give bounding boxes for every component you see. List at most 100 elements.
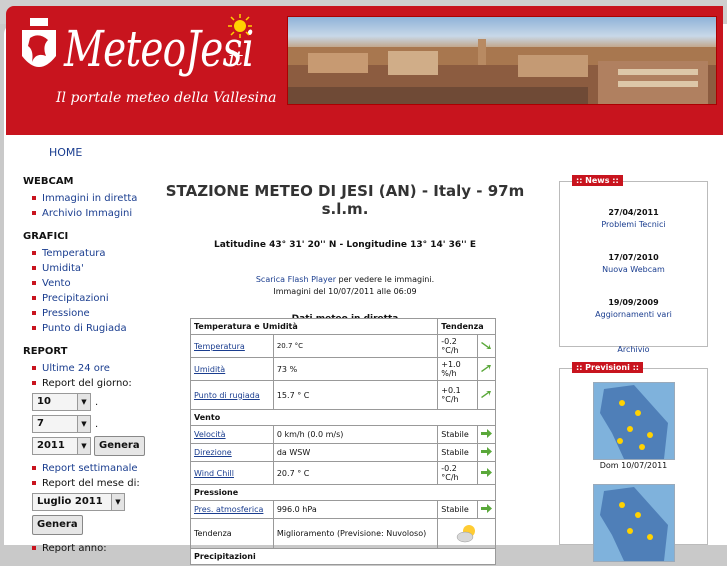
site-header: MeteoJesi .it Il portale meteo della Val… (6, 6, 723, 135)
humidity-trend: +1.0 %/h (437, 357, 478, 381)
forecast-map-image[interactable] (593, 484, 675, 562)
wind-header: Vento (190, 409, 496, 426)
precipitation-header: Precipitazioni (190, 548, 496, 565)
month-select-value: 7 (37, 418, 44, 429)
day-select-row: 10 ▼ . (32, 391, 163, 413)
forecast-box: :: Previsioni :: Dom 10/07/2011 (559, 362, 708, 562)
sidebar-item-image-archive[interactable]: Archivio Immagini (23, 206, 163, 221)
news-archive-link[interactable]: Archivio (560, 345, 707, 354)
wind-speed-link[interactable]: Velocità (194, 430, 226, 439)
report-menu-3: Report anno: (23, 541, 163, 556)
crest-logo-icon (22, 18, 56, 67)
forecast-trend-label: Tendenza (190, 518, 274, 549)
panorama-graphic (288, 39, 716, 104)
wind-chill-link[interactable]: Wind Chill (194, 469, 234, 478)
table-row: Tendenza Miglioramento (Previsione: Nuvo… (190, 518, 496, 549)
cloudy-sun-icon (456, 524, 475, 542)
table-row: Temperatura 20.7 °C -0.2 °C/h (190, 334, 497, 358)
sidebar-item-last-24h[interactable]: Ultime 24 ore (23, 361, 163, 376)
news-date: 19/09/2009 (608, 298, 659, 307)
news-item: 27/04/2011 Problemi Tecnici (560, 208, 707, 229)
news-item: 17/07/2010 Nuova Webcam (560, 253, 707, 274)
wind-direction-link[interactable]: Direzione (194, 448, 232, 457)
news-link[interactable]: Aggiornamenti vari (560, 310, 707, 319)
forecast-map-image[interactable] (593, 382, 675, 460)
temp-humidity-header: Temperatura e Umidità (189, 318, 439, 335)
forecast-trend-value: Miglioramento (Previsione: Nuvoloso) (272, 518, 439, 549)
news-link[interactable]: Nuova Webcam (560, 265, 707, 274)
chevron-down-icon: ▼ (111, 494, 124, 510)
table-row: Pres. atmosferica 996.0 hPa Stabile (190, 500, 497, 519)
wind-chill-value: 20.7 ° C (272, 461, 439, 485)
table-header-row: Temperatura e Umidità Tendenza (189, 318, 496, 335)
trend-header: Tendenza (437, 318, 496, 335)
news-box-title: :: News :: (572, 175, 623, 186)
grafici-section-title: GRAFICI (23, 231, 69, 242)
forecast-day1-label: Dom 10/07/2011 (599, 461, 668, 470)
table-row: Umidità 73 % +1.0 %/h (190, 357, 497, 381)
month-report-select-value: Luglio 2011 (37, 496, 103, 507)
month-report-select[interactable]: Luglio 2011 ▼ (32, 493, 125, 511)
sidebar-item-humidity[interactable]: Umidita' (23, 261, 163, 276)
dew-point-value: 15.7 ° C (272, 380, 439, 410)
download-flash-link[interactable]: Scarica Flash Player (256, 275, 336, 284)
arrow-down-right-icon (480, 341, 491, 349)
news-date: 27/04/2011 (608, 208, 659, 217)
nav-home-link[interactable]: HOME (49, 146, 82, 159)
year-select-value: 2011 (37, 440, 65, 451)
month-select[interactable]: 7 ▼ (32, 415, 91, 433)
sun-icon (228, 14, 252, 38)
pressure-link[interactable]: Pres. atmosferica (194, 505, 263, 514)
report-month-label: Report del mese di: (23, 476, 163, 491)
humidity-value: 73 % (272, 357, 439, 381)
sidebar-item-weekly-report[interactable]: Report settimanale (23, 461, 163, 476)
temperature-trend: -0.2 °C/h (437, 334, 478, 358)
report-section-title: REPORT (23, 346, 68, 357)
month-report-row: Luglio 2011 ▼ (32, 491, 163, 513)
chevron-down-icon: ▼ (77, 438, 90, 454)
day-select-value: 10 (37, 396, 51, 407)
sidebar-item-precipitation[interactable]: Precipitazioni (23, 291, 163, 306)
sidebar-item-live-images[interactable]: Immagini in diretta (23, 191, 163, 206)
pressure-header: Pressione (190, 484, 496, 501)
dew-point-link[interactable]: Punto di rugiada (194, 391, 260, 400)
arrow-right-icon (480, 504, 492, 513)
news-link[interactable]: Problemi Tecnici (560, 220, 707, 229)
dew-point-trend: +0.1 °C/h (437, 380, 478, 410)
forecast-box-title: :: Previsioni :: (572, 362, 643, 373)
webcam-section-title: WEBCAM (23, 176, 74, 187)
arrow-right-icon (480, 467, 492, 477)
report-year-label: Report anno: (23, 541, 163, 556)
day-select[interactable]: 10 ▼ (32, 393, 91, 411)
temperature-link[interactable]: Temperatura (194, 342, 245, 351)
table-row: Wind Chill 20.7 ° C -0.2 °C/h (190, 461, 497, 485)
year-select[interactable]: 2011 ▼ (32, 437, 91, 455)
wind-direction-value: da WSW (272, 443, 439, 462)
report-menu: Ultime 24 ore Report del giorno: (23, 361, 163, 391)
sidebar-item-pressure[interactable]: Pressione (23, 306, 163, 321)
precipitation-header-row: Precipitazioni (190, 548, 496, 565)
sidebar-item-wind[interactable]: Vento (23, 276, 163, 291)
sidebar-item-temperature[interactable]: Temperatura (23, 246, 163, 261)
generate-day-report-button[interactable]: Genera (94, 436, 145, 456)
humidity-link[interactable]: Umidità (194, 365, 225, 374)
sidebar-item-dew-point[interactable]: Punto di Rugiada (23, 321, 163, 336)
city-panorama-image (287, 16, 717, 105)
news-item: 19/09/2009 Aggiornamenti vari (560, 298, 707, 319)
separator-dot: . (95, 418, 99, 430)
report-day-label: Report del giorno: (23, 376, 163, 391)
table-row: Punto di rugiada 15.7 ° C +0.1 °C/h (190, 380, 497, 410)
webcam-menu: Immagini in diretta Archivio Immagini (23, 191, 163, 221)
wind-speed-value: 0 km/h (0.0 m/s) (272, 425, 439, 444)
arrow-right-icon (480, 447, 492, 456)
left-sidebar: WEBCAM Immagini in diretta Archivio Imma… (23, 176, 163, 566)
month-generate-row: Genera (32, 513, 163, 537)
pressure-value: 996.0 hPa (272, 500, 439, 519)
flash-notice: Scarica Flash Player per vedere le immag… (160, 274, 530, 298)
generate-month-report-button[interactable]: Genera (32, 515, 83, 535)
temperature-value: 20.7 °C (272, 334, 439, 358)
table-row: Velocità 0 km/h (0.0 m/s) Stabile (190, 425, 497, 444)
station-coordinates: Latitudine 43° 31' 20'' N - Longitudine … (214, 240, 476, 250)
arrow-right-icon (480, 429, 492, 438)
arrow-up-right-icon (480, 390, 491, 398)
